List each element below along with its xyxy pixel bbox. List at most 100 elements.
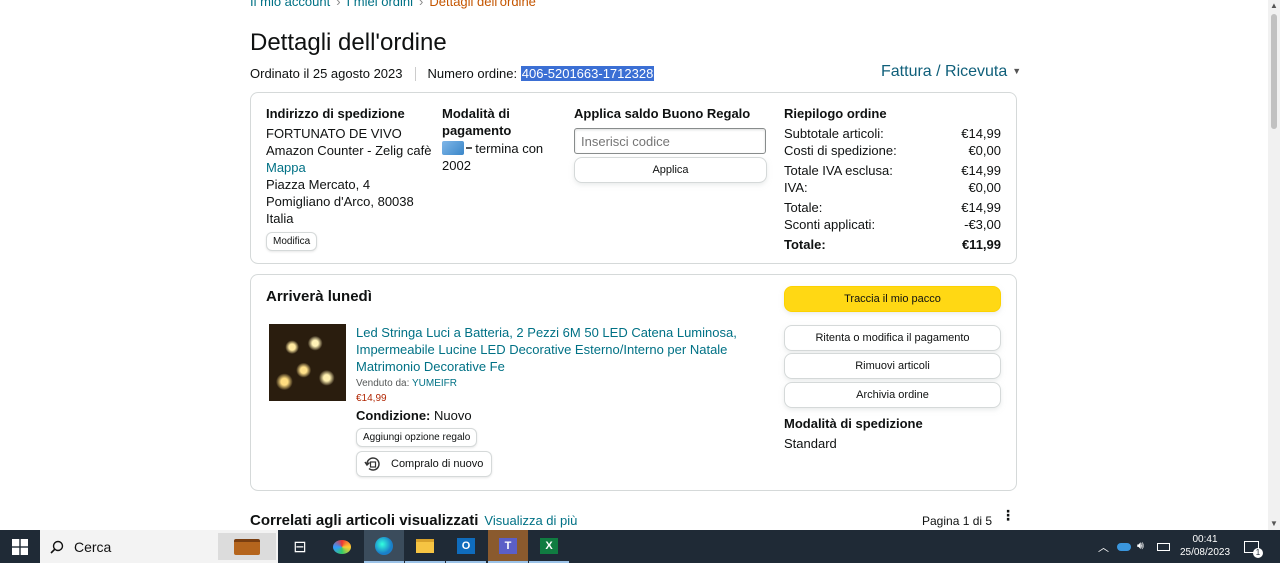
seller-link[interactable]: YUMEIFR: [412, 378, 457, 389]
clock-time: 00:41: [1192, 534, 1218, 545]
card-digits: 2002: [442, 158, 471, 173]
order-date: Ordinato il 25 agosto 2023: [250, 66, 403, 81]
search-label: Cerca: [74, 538, 112, 555]
gift-card-heading: Applica saldo Buono Regalo: [574, 106, 751, 121]
buy-again-icon: [364, 457, 380, 471]
order-meta: Ordinato il 25 agosto 2023 Numero ordine…: [250, 66, 655, 81]
edge-browser-icon[interactable]: [364, 530, 404, 563]
summary-row: Sconti applicati: -€3,00: [784, 216, 1001, 233]
windows-logo-icon: [12, 538, 28, 555]
shipping-mode-value: Standard: [784, 436, 837, 451]
windows-start-button[interactable]: [0, 530, 40, 563]
tray-chevron-icon[interactable]: ︿: [1098, 530, 1109, 563]
address-line: Italia: [266, 211, 294, 226]
taskbar-search[interactable]: Cerca: [40, 530, 278, 563]
related-heading: Correlati agli articoli visualizzati: [250, 512, 479, 529]
remove-items-button[interactable]: Rimuovi articoli: [784, 353, 1001, 379]
excel-icon[interactable]: X: [529, 530, 569, 563]
address-line: Pomigliano d'Arco, 80038: [266, 194, 414, 209]
breadcrumb-my-account[interactable]: Il mio account: [250, 0, 330, 9]
summary-total-value: €11,99: [961, 237, 1001, 252]
taskbar-clock[interactable]: 00:41 25/08/2023: [1176, 533, 1234, 559]
product-price: €14,99: [356, 393, 387, 404]
map-link[interactable]: Mappa: [266, 159, 436, 176]
payment-heading: pagamento: [442, 123, 512, 138]
product-title-link[interactable]: Led Stringa Luci a Batteria, 2 Pezzi 6M …: [356, 324, 766, 375]
summary-value: €14,99: [961, 163, 1001, 178]
scroll-down-icon[interactable]: ▼: [1268, 518, 1280, 530]
summary-row: Totale: €14,99: [784, 199, 1001, 216]
file-explorer-icon[interactable]: [405, 530, 445, 563]
scroll-up-icon[interactable]: ▲: [1268, 0, 1280, 12]
paint-icon[interactable]: [322, 530, 362, 563]
pagination: Pagina 1 di 5: [922, 514, 993, 528]
summary-row: IVA: €0,00: [784, 179, 1001, 196]
apply-gift-button[interactable]: Applica: [574, 157, 767, 183]
taskbar: Cerca ⊟ O T X ︿ 🔊︎ 00:41 25/08/2023 1: [0, 530, 1280, 563]
summary-heading: Riepilogo ordine: [784, 106, 887, 121]
archive-order-button[interactable]: Archivia ordine: [784, 382, 1001, 408]
address-line: Amazon Counter - Zelig cafè: [266, 143, 432, 158]
summary-label: Totale:: [784, 200, 823, 215]
summary-total-row: Totale: €11,99: [784, 236, 1001, 253]
retry-payment-button[interactable]: Ritenta o modifica il pagamento: [784, 325, 1001, 351]
volume-icon[interactable]: 🔊︎: [1137, 530, 1144, 563]
payment-heading: Modalità di: [442, 106, 510, 121]
summary-label: Subtotale articoli:: [784, 126, 884, 141]
delivery-heading: Arriverà lunedì: [266, 288, 372, 305]
related-section-header: Correlati agli articoli visualizzati Vis…: [250, 512, 577, 529]
summary-label: Totale IVA esclusa:: [784, 163, 893, 178]
shipment-box: Arriverà lunedì Led Stringa Luci a Batte…: [250, 274, 1017, 491]
summary-label: IVA:: [784, 180, 808, 195]
gift-code-input[interactable]: [574, 128, 766, 154]
buy-again-button[interactable]: Compralo di nuovo: [356, 451, 493, 477]
teams-icon[interactable]: T: [488, 530, 528, 563]
add-gift-option-button[interactable]: Aggiungi opzione regalo: [356, 428, 478, 447]
credit-card-icon: [442, 141, 472, 155]
page-title: Dettagli dell'ordine: [250, 29, 447, 56]
invoice-dropdown[interactable]: Fattura / Ricevuta ▼: [881, 63, 1021, 81]
search-icon: [50, 540, 64, 554]
summary-value: €14,99: [961, 126, 1001, 141]
summary-value: -€3,00: [964, 217, 1001, 232]
shipping-mode-heading: Modalità di spedizione: [784, 416, 923, 431]
briefcase-icon[interactable]: [218, 533, 276, 560]
summary-label: Sconti applicati:: [784, 217, 876, 232]
task-view-icon[interactable]: ⊟: [280, 530, 320, 563]
more-options-icon[interactable]: ⋮: [1001, 508, 1015, 522]
product-image[interactable]: [269, 324, 346, 401]
breadcrumb: Il mio account › I miei ordini › Dettagli de…: [250, 0, 536, 9]
gift-card: Applica saldo Buono Regalo: [574, 105, 774, 122]
sold-by-label: Venduto da:: [356, 378, 410, 389]
notification-count: 1: [1253, 547, 1263, 558]
summary-value: €14,99: [961, 200, 1001, 215]
address-line: Piazza Mercato, 4: [266, 177, 371, 192]
payment-method: Modalità di pagamento termina con 2002: [442, 105, 552, 174]
chevron-down-icon: ▼: [1012, 66, 1022, 76]
summary-total-label: Totale:: [784, 237, 826, 252]
breadcrumb-current: Dettagli dell'ordine: [429, 0, 536, 9]
battery-icon[interactable]: [1157, 530, 1170, 563]
summary-row: Subtotale articoli: €14,99: [784, 125, 1001, 142]
breadcrumb-separator: ›: [336, 0, 341, 9]
onedrive-icon[interactable]: [1117, 530, 1131, 563]
track-package-button[interactable]: Traccia il mio pacco: [784, 286, 1001, 312]
scrollbar-thumb[interactable]: [1271, 14, 1277, 129]
divider: [414, 66, 416, 81]
outlook-icon[interactable]: O: [446, 530, 486, 563]
summary-label: Costi di spedizione:: [784, 143, 897, 158]
summary-value: €0,00: [968, 143, 1001, 158]
buy-again-label: Compralo di nuovo: [391, 458, 484, 470]
summary-row: Totale IVA esclusa: €14,99: [784, 162, 1001, 179]
notifications-icon[interactable]: 1: [1244, 530, 1263, 563]
product-details: Led Stringa Luci a Batteria, 2 Pezzi 6M …: [356, 324, 766, 478]
order-number[interactable]: 406-5201663-1712328: [520, 66, 655, 81]
scrollbar[interactable]: ▲ ▼: [1268, 0, 1280, 530]
edit-address-button[interactable]: Modifica: [266, 232, 318, 251]
see-more-link[interactable]: Visualizza di più: [484, 513, 577, 528]
summary-value: €0,00: [968, 180, 1001, 195]
shipping-address: Indirizzo di spedizione FORTUNATO DE VIV…: [266, 105, 436, 251]
breadcrumb-my-orders[interactable]: I miei ordini: [347, 0, 413, 9]
condition-value: Nuovo: [434, 408, 472, 423]
clock-date: 25/08/2023: [1179, 547, 1231, 558]
